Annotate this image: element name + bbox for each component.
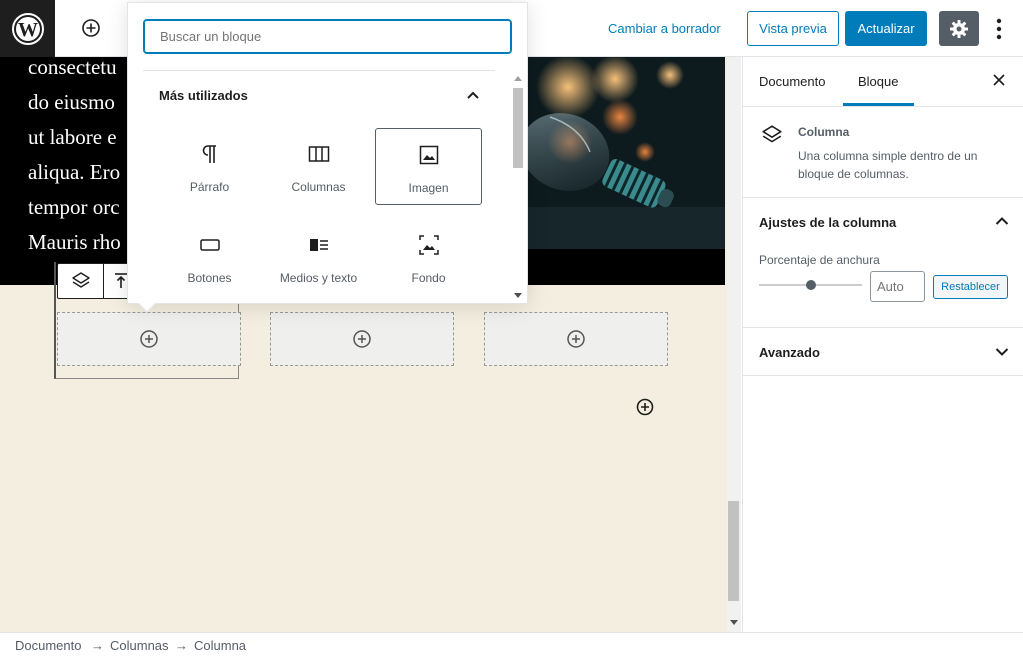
plus-circle-icon [140, 330, 158, 348]
block-item-buttons[interactable]: Botones [156, 219, 263, 296]
add-block-inline-button[interactable] [636, 398, 654, 416]
block-item-media-text[interactable]: Medios y texto [265, 219, 372, 296]
block-item-label: Imagen [408, 181, 449, 195]
columns-icon [307, 142, 331, 166]
block-item-label: Columnas [291, 180, 346, 194]
tab-document[interactable]: Documento [759, 74, 825, 89]
breadcrumb-separator: → [91, 638, 104, 653]
inserter-scrollbar[interactable] [511, 71, 525, 303]
chevron-up-icon[interactable] [465, 87, 481, 103]
plus-circle-icon [82, 19, 100, 37]
sidebar-tabs: Documento Bloque [743, 57, 1023, 107]
stack-icon [71, 272, 90, 288]
column-placeholder[interactable] [57, 312, 241, 366]
scroll-down-icon[interactable] [730, 620, 738, 626]
plus-circle-icon [567, 330, 585, 348]
block-navigation-button[interactable] [58, 264, 104, 298]
plus-circle-icon [636, 398, 654, 416]
block-toolbar [57, 263, 137, 299]
media-text-icon [307, 233, 331, 257]
block-card-description: Una columna simple dentro de un bloque d… [798, 149, 978, 181]
light-bulb-image [520, 57, 725, 249]
breadcrumb-column[interactable]: Columna [194, 638, 246, 653]
more-tools-button[interactable] [989, 14, 1009, 44]
close-icon[interactable] [991, 72, 1007, 88]
wordpress-icon: W [11, 12, 44, 45]
chevron-up-icon[interactable] [995, 216, 1009, 226]
advanced-toggle[interactable]: Avanzado [759, 345, 820, 360]
align-top-icon [115, 273, 127, 288]
chevron-down-icon[interactable] [995, 347, 1009, 357]
buttons-icon [198, 233, 222, 257]
width-percentage-label: Porcentaje de anchura [759, 253, 880, 267]
breadcrumb-document[interactable]: Documento [15, 638, 81, 653]
settings-button[interactable] [939, 11, 979, 46]
cover-icon [417, 233, 441, 257]
paragraph-icon [198, 142, 222, 166]
wordpress-logo-button[interactable]: W [0, 0, 55, 57]
breadcrumb-columns[interactable]: Columnas [110, 638, 169, 653]
canvas-scrollbar[interactable] [727, 57, 741, 632]
block-item-label: Botones [187, 271, 232, 285]
block-item-label: Fondo [411, 271, 446, 285]
switch-to-draft-link[interactable]: Cambiar a borrador [608, 21, 721, 36]
block-item-label: Medios y texto [279, 271, 358, 285]
block-inserter-popover: Más utilizados Párrafo Columnas Ima [127, 2, 528, 304]
image-icon [417, 143, 441, 167]
block-item-cover[interactable]: Fondo [375, 219, 482, 296]
scrollbar-thumb[interactable] [728, 501, 739, 601]
scroll-down-icon[interactable] [514, 293, 522, 299]
plus-circle-icon [353, 330, 371, 348]
add-block-button[interactable] [77, 14, 105, 42]
update-button[interactable]: Actualizar [845, 11, 927, 46]
width-percentage-input[interactable] [870, 271, 925, 302]
width-slider-thumb[interactable] [806, 280, 816, 290]
settings-sidebar: Documento Bloque Columna Una columna sim… [742, 57, 1023, 632]
active-tab-indicator [843, 103, 914, 106]
block-card: Columna Una columna simple dentro de un … [743, 107, 1023, 198]
scroll-up-icon[interactable] [514, 76, 522, 82]
more-vertical-icon [996, 18, 1002, 40]
cover-image [520, 57, 725, 249]
svg-text:W: W [18, 19, 38, 41]
breadcrumb-separator: → [175, 638, 188, 653]
column-placeholder[interactable] [484, 312, 668, 366]
block-card-title: Columna [798, 125, 850, 139]
block-item-label: Párrafo [189, 180, 230, 194]
block-search-input[interactable] [143, 19, 512, 54]
column-block-icon [762, 125, 782, 143]
cover-shadow [520, 249, 725, 285]
reset-width-button[interactable]: Restablecer [933, 275, 1008, 299]
advanced-panel: Avanzado [743, 328, 1023, 376]
block-breadcrumb: Documento → Columnas → Columna [0, 632, 1023, 657]
block-item-paragraph[interactable]: Párrafo [156, 128, 263, 205]
gear-icon [950, 19, 968, 38]
most-used-section-title[interactable]: Más utilizados [159, 88, 248, 103]
block-item-columns[interactable]: Columnas [265, 128, 372, 205]
preview-button[interactable]: Vista previa [747, 11, 839, 46]
column-settings-toggle[interactable]: Ajustes de la columna [759, 215, 896, 230]
column-settings-panel: Ajustes de la columna Porcentaje de anch… [743, 198, 1023, 328]
scrollbar-thumb[interactable] [513, 88, 523, 168]
block-item-image[interactable]: Imagen [375, 128, 482, 205]
column-placeholder[interactable] [270, 312, 454, 366]
divider [143, 70, 495, 71]
tab-block[interactable]: Bloque [858, 74, 898, 89]
